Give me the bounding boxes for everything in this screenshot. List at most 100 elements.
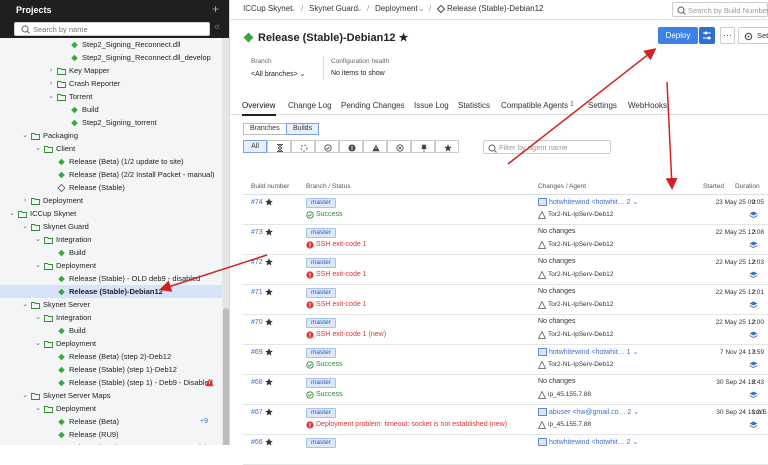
star-icon[interactable] xyxy=(265,198,273,206)
breadcrumb-skynet-guard[interactable]: Skynet Guard xyxy=(309,4,358,13)
build-number-link[interactable]: #67 xyxy=(251,409,263,416)
build-number-link[interactable]: #74 xyxy=(251,199,263,206)
agent-link[interactable]: Tor2-NL-IpServ-Deb12 xyxy=(538,331,613,338)
chevron-down-icon[interactable]: ⌄ xyxy=(418,4,425,13)
branch-badge[interactable]: master xyxy=(306,228,336,238)
sidebar-item[interactable]: Release (Beta) (2/2 Install Packet - man… xyxy=(0,168,222,181)
chevron-down-icon[interactable]: ⌄ xyxy=(21,129,29,142)
table-row[interactable]: #72masterSSH exit-code 1No changesTor2-N… xyxy=(243,255,768,285)
table-row[interactable]: #69masterSuccesshotwhitewind <hotwhit… 1… xyxy=(243,345,768,375)
star-icon[interactable] xyxy=(265,318,273,326)
tab-settings[interactable]: Settings xyxy=(588,101,617,110)
filter-queued[interactable] xyxy=(267,140,291,153)
branch-badge[interactable]: master xyxy=(306,288,336,298)
build-number-link[interactable]: #72 xyxy=(251,259,263,266)
agent-link[interactable]: ip_45.155.7.88 xyxy=(538,421,591,428)
sidebar-item[interactable]: Release (Stable) - OLD deb9 - disabled xyxy=(0,272,222,285)
more-actions-button[interactable]: ··· xyxy=(720,27,735,44)
deploy-button[interactable]: Deploy xyxy=(658,27,698,44)
star-icon[interactable] xyxy=(265,258,273,266)
chevron-down-icon[interactable]: ⌄ xyxy=(21,389,29,402)
table-row[interactable]: #67masterDeployment problem: timeout: so… xyxy=(243,405,768,435)
chevron-down-icon[interactable]: ⌄ xyxy=(535,4,542,13)
chevron-down-icon[interactable]: ⌄ xyxy=(290,4,297,13)
layers-icon[interactable] xyxy=(749,361,758,369)
chevron-down-icon[interactable]: ⌄ xyxy=(34,311,42,324)
sidebar-item[interactable]: Release (Stable) xyxy=(0,181,222,194)
branch-badge[interactable]: master xyxy=(306,318,336,328)
changes-link[interactable]: hotwhitewind <hotwhit… 1 ⌄ xyxy=(538,348,638,356)
chevron-down-icon[interactable]: ⌄ xyxy=(34,259,42,272)
sidebar-item[interactable]: ⌄Skynet Server xyxy=(0,298,222,311)
filter-running[interactable] xyxy=(291,140,315,153)
sidebar-item[interactable]: Release (Beta) (step 2)-Deb12 xyxy=(0,350,222,363)
tab-statistics[interactable]: Statistics xyxy=(458,101,490,110)
filter-starred[interactable] xyxy=(435,140,459,153)
column-build-number[interactable]: Build number xyxy=(251,183,289,190)
tab-overview[interactable]: Overview xyxy=(242,101,275,110)
build-number-link[interactable]: #70 xyxy=(251,319,263,326)
branch-selector[interactable]: <All branches> ⌄ xyxy=(251,70,306,78)
filter-cancelled[interactable] xyxy=(387,140,411,153)
table-row[interactable]: #70masterSSH exit-code 1 (new)No changes… xyxy=(243,315,768,345)
tab-issue-log[interactable]: Issue Log xyxy=(414,101,449,110)
build-number-link[interactable]: #73 xyxy=(251,229,263,236)
branch-badge[interactable]: master xyxy=(306,258,336,268)
build-number-link[interactable]: #68 xyxy=(251,379,263,386)
table-row[interactable]: #66masterhotwhitewind <hotwhit… 2 ⌄ xyxy=(243,435,768,465)
chevron-down-icon[interactable]: ⌄ xyxy=(34,337,42,350)
filter-pinned[interactable] xyxy=(411,140,435,153)
table-row[interactable]: #74masterSuccesshotwhitewind <hotwhit… 2… xyxy=(243,195,768,225)
tab-webhooks[interactable]: WebHooks xyxy=(628,101,667,110)
sidebar-item[interactable]: ›Key Mapper xyxy=(0,64,222,77)
sidebar-item[interactable]: ⌄Integration xyxy=(0,311,222,324)
breadcrumb-deployment[interactable]: Deployment xyxy=(375,4,418,13)
sidebar-item[interactable]: Build xyxy=(0,103,222,116)
agent-link[interactable]: Tor2-NL-IpServ-Deb12 xyxy=(538,211,613,218)
star-icon[interactable]: ★ xyxy=(399,32,409,44)
agent-link[interactable]: Tor2-NL-IpServ-Deb12 xyxy=(538,271,613,278)
column-duration[interactable]: Duration xyxy=(735,183,760,190)
breadcrumb-iccup-skynet[interactable]: ICCup Skynet xyxy=(243,4,292,13)
changes-link[interactable]: hotwhitewind <hotwhit… 2 ⌄ xyxy=(538,198,638,206)
star-icon[interactable] xyxy=(265,228,273,236)
chevron-down-icon[interactable]: ⌄ xyxy=(47,90,55,103)
sidebar-item[interactable]: Build xyxy=(0,246,222,259)
chevron-down-icon[interactable]: ⌄ xyxy=(34,142,42,155)
star-icon[interactable] xyxy=(265,408,273,416)
chevron-down-icon[interactable]: ⌄ xyxy=(21,298,29,311)
sidebar-item[interactable]: ›Deployment xyxy=(0,194,222,207)
collapse-sidebar-button[interactable]: « xyxy=(214,22,220,33)
sidebar-item[interactable]: Release (Stable) (step 1)-Deb12 xyxy=(0,363,222,376)
filter-all[interactable]: All xyxy=(243,140,267,153)
sidebar-item[interactable]: ⌄Skynet Server Maps xyxy=(0,389,222,402)
sidebar-item[interactable]: Release (RU9) xyxy=(0,428,222,441)
chevron-right-icon[interactable]: › xyxy=(47,77,55,90)
sidebar-item[interactable]: Release (Beta) (1/2 update to site) xyxy=(0,155,222,168)
chevron-down-icon[interactable]: ⌄ xyxy=(34,233,42,246)
sidebar-item[interactable]: Step2_Signing_Reconnect.dll xyxy=(0,38,222,51)
layers-icon[interactable] xyxy=(749,211,758,219)
sidebar-scrollbar[interactable] xyxy=(222,38,230,445)
search-input[interactable] xyxy=(33,24,203,34)
sidebar-item[interactable]: ⌄Deployment xyxy=(0,259,222,272)
agent-link[interactable]: Tor2-NL-IpServ-Deb12 xyxy=(538,361,613,368)
chevron-down-icon[interactable]: ⌄ xyxy=(356,4,363,13)
sidebar-item[interactable]: ›Crash Reporter xyxy=(0,77,222,90)
star-icon[interactable] xyxy=(265,378,273,386)
sidebar-item[interactable]: ⌄Deployment xyxy=(0,337,222,350)
sidebar-item[interactable]: Step2_Signing_torrent xyxy=(0,116,222,129)
branch-badge[interactable]: master xyxy=(306,378,336,388)
project-search[interactable] xyxy=(14,22,210,36)
changes-link[interactable]: abuser <hw@gmail.co… 2 ⌄ xyxy=(538,408,639,416)
branch-badge[interactable]: master xyxy=(306,408,336,418)
sidebar-item[interactable]: Release (RU9)-20240801-create_portal_but… xyxy=(0,441,222,445)
sidebar-item[interactable]: ⌄Packaging xyxy=(0,129,222,142)
layers-icon[interactable] xyxy=(749,391,758,399)
chevron-down-icon[interactable]: ⌄ xyxy=(34,402,42,415)
tab-pending-changes[interactable]: Pending Changes xyxy=(341,101,405,110)
sidebar-item[interactable]: Release (Stable)-Debian12 xyxy=(0,285,222,298)
layers-icon[interactable] xyxy=(749,421,758,429)
sidebar-item[interactable]: ⌄Torrent xyxy=(0,90,222,103)
sidebar-item[interactable]: Release (Stable) (step 1) - Deb9 - Disab… xyxy=(0,376,222,389)
